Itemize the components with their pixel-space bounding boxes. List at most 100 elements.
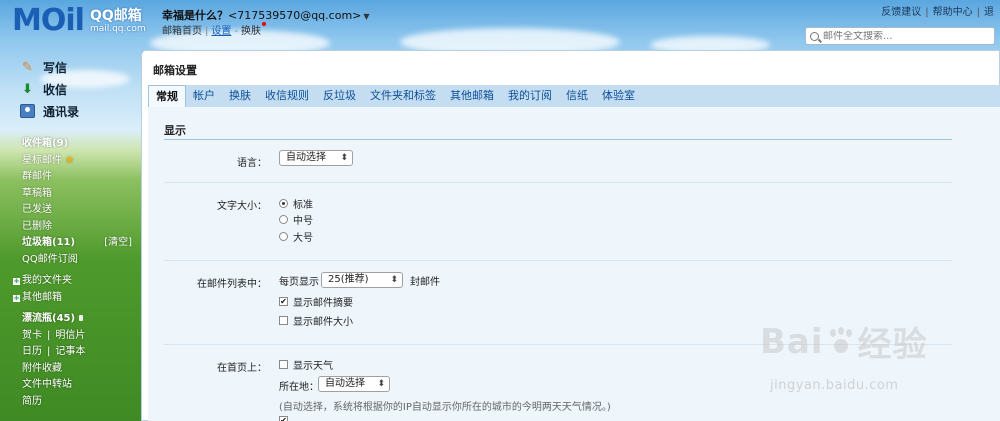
folder-drafts[interactable]: 草稿箱	[0, 186, 140, 203]
search-input[interactable]	[823, 30, 983, 42]
folder-spam[interactable]: 垃圾箱(11) [清空]	[0, 235, 140, 252]
location-select[interactable]: 自动选择 ⬍	[318, 376, 390, 392]
folder-subscriptions[interactable]: QQ邮件订阅	[0, 252, 140, 269]
help-link[interactable]: 帮助中心	[933, 7, 973, 18]
radio-icon	[279, 199, 288, 208]
pencil-icon: ✎	[22, 59, 33, 75]
folder-calendar-notes: 日历 | 记事本	[0, 344, 140, 361]
tab-other-mail[interactable]: 其他邮箱	[443, 85, 501, 107]
show-summary-checkbox[interactable]: ✔ 显示邮件摘要	[279, 294, 353, 309]
watermark-text-left: Bai	[760, 321, 824, 362]
notification-dot-icon	[261, 22, 266, 26]
section-title: 显示	[164, 124, 186, 137]
settings-link[interactable]: 设置	[211, 26, 231, 37]
tab-skin[interactable]: 换肤	[222, 85, 258, 107]
skin-link[interactable]: 换肤	[241, 26, 261, 37]
tab-lab[interactable]: 体验室	[595, 85, 642, 107]
folder-group-my-folders[interactable]: + 我的文件夹	[0, 273, 140, 290]
calendar-link[interactable]: 日历	[22, 346, 42, 357]
contacts-button[interactable]: 通讯录	[20, 100, 79, 122]
watermark-url: jingyan.baidu.com	[770, 378, 899, 393]
compose-button[interactable]: ✎ 写信	[20, 56, 79, 78]
header: MOil QQ邮箱 mail.qq.com 幸福是什么？<717539570@q…	[0, 0, 1000, 50]
account-menu[interactable]: 幸福是什么？<717539570@qq.com> ▼	[162, 7, 370, 23]
checkbox-icon	[279, 360, 288, 369]
homepage-label: 在首页上：	[217, 363, 267, 374]
tab-subscriptions[interactable]: 我的订阅	[501, 85, 559, 107]
tab-rules[interactable]: 收信规则	[258, 85, 316, 107]
location-hint: (自动选择，系统将根据你的IP自动显示你所在的城市的今明两天天气情况。)	[279, 402, 611, 413]
feedback-link[interactable]: 反馈建议	[881, 7, 921, 18]
tab-account[interactable]: 帐户	[186, 85, 222, 107]
contacts-icon	[20, 104, 35, 119]
font-size-standard-radio[interactable]: 标准	[279, 196, 313, 211]
font-size-large-radio[interactable]: 大号	[279, 229, 313, 244]
folder-attachments[interactable]: 附件收藏	[0, 361, 140, 378]
folder-sent[interactable]: 已发送	[0, 202, 140, 219]
my-folders-label: 我的文件夹	[22, 275, 72, 286]
separator: -	[234, 26, 238, 37]
checkbox-icon	[279, 316, 288, 325]
logo-text: MOil	[12, 3, 85, 38]
postcard-link[interactable]: 明信片	[55, 330, 85, 341]
separator: |	[976, 7, 980, 18]
folder-group[interactable]: 群邮件	[0, 169, 140, 186]
dropdown-arrow-icon: ⬍	[390, 275, 398, 285]
font-size-standard-label: 标准	[293, 200, 313, 211]
receive-button[interactable]: ⬇ 收信	[20, 78, 79, 100]
inbox-icon: ⬇	[22, 81, 33, 97]
folder-inbox[interactable]: 收件箱(9)	[0, 136, 140, 153]
folder-resume[interactable]: 简历	[0, 394, 140, 411]
folder-starred-label: 星标邮件	[22, 154, 62, 166]
font-size-medium-label: 中号	[293, 216, 313, 227]
receive-label: 收信	[43, 82, 68, 97]
per-page-select[interactable]: 25(推荐) ⬍	[321, 272, 403, 288]
bottle-icon	[79, 315, 84, 321]
separator: |	[925, 7, 929, 18]
language-select[interactable]: 自动选择 ⬍	[279, 150, 353, 166]
separator: |	[47, 329, 51, 341]
row-divider	[164, 260, 952, 261]
settings-content: 显示 语言： 自动选择 ⬍ 文字大小： 标准 中号 大号 在邮件列表中： 每页显…	[148, 107, 1000, 421]
top-links: 反馈建议 | 帮助中心 | 退	[881, 3, 994, 18]
tab-stationery[interactable]: 信纸	[559, 85, 595, 107]
tab-folders-labels[interactable]: 文件夹和标签	[363, 85, 443, 107]
folder-deleted[interactable]: 已删除	[0, 219, 140, 236]
more-checkbox[interactable]: ✔	[279, 416, 293, 421]
tab-antispam[interactable]: 反垃圾	[316, 85, 363, 107]
row-divider	[164, 182, 952, 183]
home-link[interactable]: 邮箱首页	[162, 26, 202, 37]
show-size-checkbox[interactable]: 显示邮件大小	[279, 313, 353, 328]
expand-icon[interactable]: +	[13, 278, 20, 285]
checkbox-checked-icon: ✔	[279, 416, 288, 421]
card-link[interactable]: 贺卡	[22, 330, 42, 341]
radio-icon	[279, 232, 288, 241]
logout-link[interactable]: 退	[984, 7, 994, 18]
language-value: 自动选择	[286, 152, 326, 163]
folder-group-other-mail[interactable]: + 其他邮箱	[0, 290, 140, 307]
account-links: 邮箱首页 | 设置 - 换肤	[162, 22, 266, 37]
expand-icon[interactable]: +	[13, 294, 20, 302]
folder-file-transfer[interactable]: 文件中转站	[0, 377, 140, 394]
star-icon: ★	[65, 154, 74, 166]
page-title: 邮箱设置	[153, 64, 197, 77]
show-weather-checkbox[interactable]: 显示天气	[279, 357, 333, 372]
font-size-label: 文字大小：	[217, 201, 267, 212]
other-mail-label: 其他邮箱	[22, 291, 62, 303]
settings-tabs: 常规 帐户 换肤 收信规则 反垃圾 文件夹和标签 其他邮箱 我的订阅 信纸 体验…	[148, 85, 1000, 107]
baidu-watermark: Bai 经验	[760, 317, 928, 366]
notebook-link[interactable]: 记事本	[55, 346, 85, 357]
tab-general[interactable]: 常规	[148, 85, 186, 107]
separator: |	[47, 346, 51, 357]
folder-drift-bottle[interactable]: 漂流瓶(45)	[0, 311, 140, 328]
search-icon[interactable]	[810, 31, 819, 41]
paw-icon	[826, 326, 856, 357]
clear-spam-link[interactable]: [清空]	[104, 235, 132, 252]
qq-mail-logo[interactable]: MOil QQ邮箱 mail.qq.com	[12, 6, 146, 36]
compose-label: 写信	[43, 60, 68, 75]
font-size-medium-radio[interactable]: 中号	[279, 212, 313, 227]
folder-starred[interactable]: 星标邮件 ★	[0, 153, 140, 170]
sidebar: ✎ 写信 ⬇ 收信 通讯录 收件箱(9) 星标邮件 ★ 群邮件 草稿箱 已发送 已…	[0, 50, 140, 421]
per-page-suffix: 封邮件	[410, 277, 440, 288]
search-box[interactable]	[805, 27, 995, 45]
